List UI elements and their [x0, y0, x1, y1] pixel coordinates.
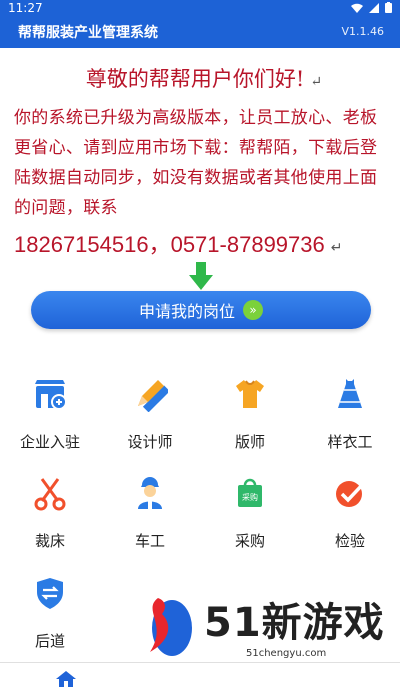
grid-label: 版师: [234, 433, 265, 451]
grid-label: 后道: [34, 632, 65, 650]
grid-item-enterprise[interactable]: 企业入驻: [0, 368, 100, 468]
grid-label: 裁床: [34, 532, 65, 550]
battery-icon: [385, 2, 392, 13]
signal-icon: [369, 2, 379, 13]
apply-position-label: 申请我的岗位: [138, 302, 235, 321]
grid-item-purchasing[interactable]: 采购 采购: [200, 467, 300, 567]
return-mark-icon: ↵: [310, 74, 323, 90]
grid-item-finishing[interactable]: 后道: [0, 567, 100, 667]
grid-item-sample-maker[interactable]: 样衣工: [300, 368, 400, 468]
arrow-down-icon: [189, 262, 213, 290]
notice-greeting: 尊敬的帮帮用户你们好! ↵: [85, 67, 323, 91]
grid-label: 样衣工: [327, 433, 373, 451]
pencil-ruler-icon: [138, 380, 168, 412]
grid-item-inspection[interactable]: 检验: [300, 467, 400, 567]
grid-label: 采购: [234, 532, 265, 550]
watermark-logo: 51新游戏 51chengyu.com: [138, 586, 388, 666]
watermark-url: 51chengyu.com: [246, 648, 327, 659]
status-time: 11:27: [8, 1, 43, 15]
status-bar: 11:27: [0, 0, 400, 16]
status-icons: [351, 2, 392, 13]
return-mark-icon: ↵: [330, 239, 343, 255]
shield-transfer-icon: [37, 578, 63, 609]
apply-position-button[interactable]: 申请我的岗位 »: [31, 291, 371, 329]
upgrade-notice: 尊敬的帮帮用户你们好! ↵ 你的系统已升级为高级版本，让员工放心、老板更省心、请到…: [14, 60, 394, 263]
grid-item-designer[interactable]: 设计师: [100, 368, 200, 468]
svg-text:采购: 采购: [242, 492, 258, 502]
scissors-icon: [34, 478, 66, 511]
app-title: 帮帮服装产业管理系统: [18, 25, 158, 41]
notice-body: 你的系统已升级为高级版本，让员工放心、老板更省心、请到应用市场下载：帮帮陌，下载…: [14, 108, 378, 218]
grid-item-sewing[interactable]: 车工: [100, 467, 200, 567]
grid-label: 检验: [334, 532, 365, 550]
grid-label: 车工: [134, 532, 165, 550]
bottom-nav: [0, 662, 400, 688]
shop-add-icon: [35, 380, 67, 410]
app-bar: 帮帮服装产业管理系统 V1.1.46: [0, 16, 400, 48]
grid-item-pattern-maker[interactable]: 版师: [200, 368, 300, 468]
double-chevron-icon: »: [243, 300, 263, 320]
shirt-icon: [236, 380, 264, 408]
check-badge-icon: [336, 481, 366, 507]
app-version: V1.1.46: [341, 25, 384, 38]
home-icon[interactable]: [56, 671, 76, 687]
watermark-brand: 51新游戏: [204, 600, 385, 646]
dress-icon: [338, 379, 362, 408]
grid-label: 设计师: [127, 433, 173, 451]
notice-contact: 18267154516，0571-87899736 ↵: [14, 232, 343, 257]
worker-icon: [138, 477, 162, 509]
shopping-bag-icon: 采购: [238, 478, 262, 507]
wifi-icon: [351, 3, 363, 13]
grid-label: 企业入驻: [19, 433, 80, 451]
brand-logo-icon: [150, 598, 192, 656]
grid-item-cutting[interactable]: 裁床: [0, 467, 100, 567]
